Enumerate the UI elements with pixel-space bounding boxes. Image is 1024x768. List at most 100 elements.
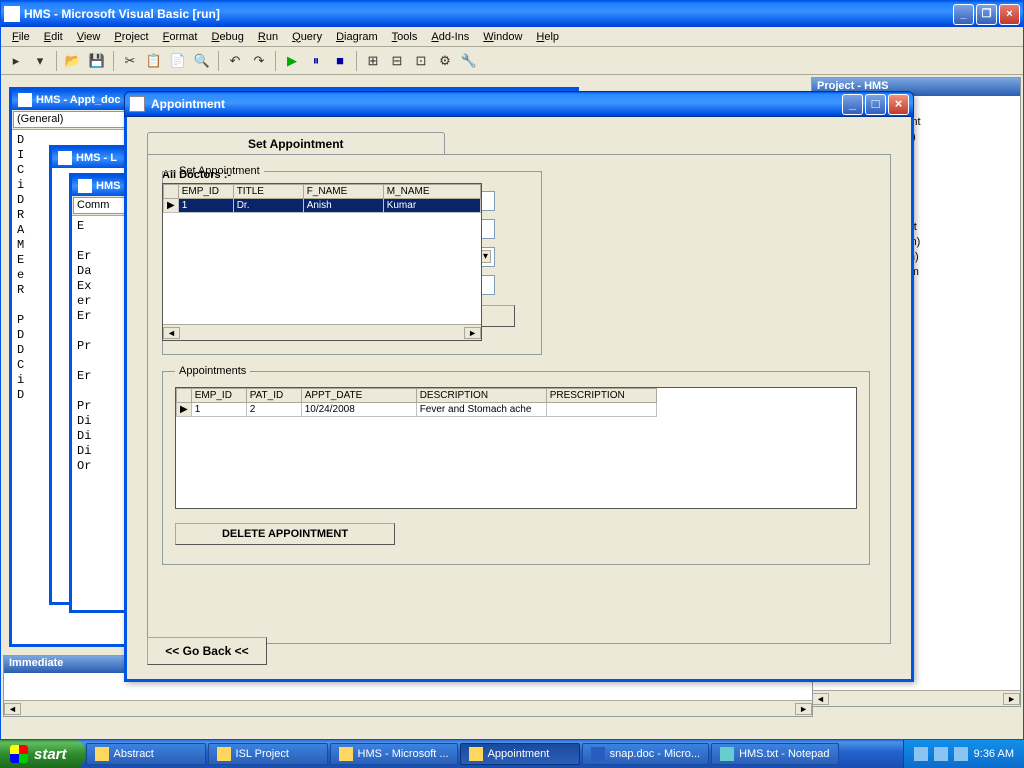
grid-header: M_NAME — [383, 185, 480, 199]
taskbar-item[interactable]: ISL Project — [208, 743, 328, 765]
grid-header — [177, 389, 192, 403]
menu-project[interactable]: Project — [107, 29, 155, 45]
form-icon — [129, 96, 145, 112]
toolbar-btn[interactable]: ⊞ — [362, 50, 384, 72]
taskbar-item[interactable]: Abstract — [86, 743, 206, 765]
toolbar-btn[interactable]: 🔧 — [458, 50, 480, 72]
grid-cell[interactable]: Kumar — [383, 199, 480, 213]
toolbar-cut-icon[interactable]: ✂ — [119, 50, 141, 72]
menu-tools[interactable]: Tools — [385, 29, 425, 45]
grid-header: EMP_ID — [191, 389, 246, 403]
form-icon — [78, 179, 92, 193]
grid-cell[interactable]: 1 — [178, 199, 233, 213]
menu-edit[interactable]: Edit — [37, 29, 70, 45]
toolbar-btn[interactable]: ⚙ — [434, 50, 456, 72]
doctors-grid[interactable]: EMP_ID TITLE F_NAME M_NAME ▶ 1 Dr. Anish… — [162, 183, 482, 341]
form-icon — [58, 151, 72, 165]
maximize-button[interactable]: □ — [865, 94, 886, 115]
vb-app-icon — [4, 6, 20, 22]
vb-title-text: HMS - Microsoft Visual Basic [run] — [24, 7, 220, 21]
taskbar-item[interactable]: HMS.txt - Notepad — [711, 743, 838, 765]
set-appointment-legend: Set Appointment — [175, 165, 264, 177]
close-button[interactable]: × — [888, 94, 909, 115]
appointments-legend: Appointments — [175, 365, 250, 377]
toolbar-paste-icon[interactable]: 📄 — [167, 50, 189, 72]
grid-cell[interactable]: Dr. — [233, 199, 303, 213]
grid-row-selector[interactable]: ▶ — [177, 403, 192, 417]
toolbar-btn[interactable]: ▸ — [5, 50, 27, 72]
tab-body: Set Appointment Enter Doctor's Employee … — [147, 154, 891, 644]
grid-header: PRESCRIPTION — [546, 389, 656, 403]
immediate-hscroll[interactable] — [4, 700, 812, 716]
menu-help[interactable]: Help — [529, 29, 566, 45]
system-tray[interactable]: 9:36 AM — [903, 740, 1024, 768]
tray-clock: 9:36 AM — [974, 748, 1014, 760]
menu-query[interactable]: Query — [285, 29, 329, 45]
minimize-button[interactable]: _ — [842, 94, 863, 115]
folder-icon — [217, 747, 231, 761]
grid-header: F_NAME — [303, 185, 383, 199]
menu-debug[interactable]: Debug — [204, 29, 250, 45]
toolbar-btn[interactable]: ▾ — [29, 50, 51, 72]
menu-addins[interactable]: Add-Ins — [424, 29, 476, 45]
appointments-grid[interactable]: EMP_ID PAT_ID APPT_DATE DESCRIPTION PRES… — [175, 387, 857, 509]
menu-window[interactable]: Window — [476, 29, 529, 45]
grid-cell[interactable] — [546, 403, 656, 417]
toolbar-find-icon[interactable]: 🔍 — [191, 50, 213, 72]
toolbar-btn[interactable]: ⊡ — [410, 50, 432, 72]
menu-format[interactable]: Format — [156, 29, 205, 45]
taskbar-item-active[interactable]: Appointment — [460, 743, 580, 765]
tab-set-appointment[interactable]: Set Appointment — [147, 132, 445, 155]
grid-cell[interactable]: Anish — [303, 199, 383, 213]
doctors-hscroll[interactable]: ◄► — [163, 324, 481, 340]
taskbar: start Abstract ISL Project HMS - Microso… — [0, 740, 1024, 768]
toolbar-save-icon[interactable]: 💾 — [86, 50, 108, 72]
delete-appointment-button[interactable]: DELETE APPOINTMENT — [175, 523, 395, 545]
menu-run[interactable]: Run — [251, 29, 285, 45]
grid-cell[interactable]: 2 — [246, 403, 301, 417]
toolbar-stop-icon[interactable]: ■ — [329, 50, 351, 72]
start-button[interactable]: start — [0, 740, 85, 768]
grid-header: TITLE — [233, 185, 303, 199]
grid-header — [164, 185, 179, 199]
vb-icon — [339, 747, 353, 761]
start-label: start — [34, 746, 67, 763]
grid-cell[interactable]: 10/24/2008 — [301, 403, 416, 417]
toolbar-redo-icon[interactable]: ↷ — [248, 50, 270, 72]
grid-cell[interactable]: Fever and Stomach ache — [416, 403, 546, 417]
menu-view[interactable]: View — [70, 29, 108, 45]
project-hscroll[interactable] — [812, 690, 1020, 706]
all-doctors-group: All Doctors :- EMP_ID TITLE F_NAME M_NAM… — [162, 169, 482, 363]
go-back-button[interactable]: << Go Back << — [147, 637, 267, 665]
menu-diagram[interactable]: Diagram — [329, 29, 385, 45]
windows-logo-icon — [10, 745, 28, 763]
close-button[interactable]: × — [999, 4, 1020, 25]
toolbar-run-icon[interactable]: ▶ — [281, 50, 303, 72]
vb-toolbar: ▸ ▾ 📂 💾 ✂ 📋 📄 🔍 ↶ ↷ ▶ ⏸ ■ ⊞ ⊟ ⊡ ⚙ 🔧 — [1, 47, 1023, 75]
folder-icon — [95, 747, 109, 761]
tray-icon[interactable] — [914, 747, 928, 761]
vb-menubar: File Edit View Project Format Debug Run … — [1, 27, 1023, 47]
tray-icon[interactable] — [954, 747, 968, 761]
appointment-title: Appointment — [151, 97, 225, 111]
taskbar-item[interactable]: snap.doc - Micro... — [582, 743, 709, 765]
toolbar-undo-icon[interactable]: ↶ — [224, 50, 246, 72]
toolbar-copy-icon[interactable]: 📋 — [143, 50, 165, 72]
toolbar-pause-icon[interactable]: ⏸ — [305, 50, 327, 72]
taskbar-item[interactable]: HMS - Microsoft ... — [330, 743, 458, 765]
form-icon — [18, 93, 32, 107]
grid-header: DESCRIPTION — [416, 389, 546, 403]
appointment-titlebar[interactable]: Appointment _ □ × — [124, 91, 914, 117]
appointment-window: Appointment _ □ × Set Appointment Set Ap… — [124, 94, 914, 682]
grid-header: EMP_ID — [178, 185, 233, 199]
toolbar-btn[interactable]: ⊟ — [386, 50, 408, 72]
menu-file[interactable]: File — [5, 29, 37, 45]
grid-row-selector[interactable]: ▶ — [164, 199, 179, 213]
form-icon — [469, 747, 483, 761]
grid-cell[interactable]: 1 — [191, 403, 246, 417]
vb-titlebar: HMS - Microsoft Visual Basic [run] _ ❐ × — [1, 1, 1023, 27]
maximize-button[interactable]: ❐ — [976, 4, 997, 25]
toolbar-open-icon[interactable]: 📂 — [62, 50, 84, 72]
tray-icon[interactable] — [934, 747, 948, 761]
minimize-button[interactable]: _ — [953, 4, 974, 25]
